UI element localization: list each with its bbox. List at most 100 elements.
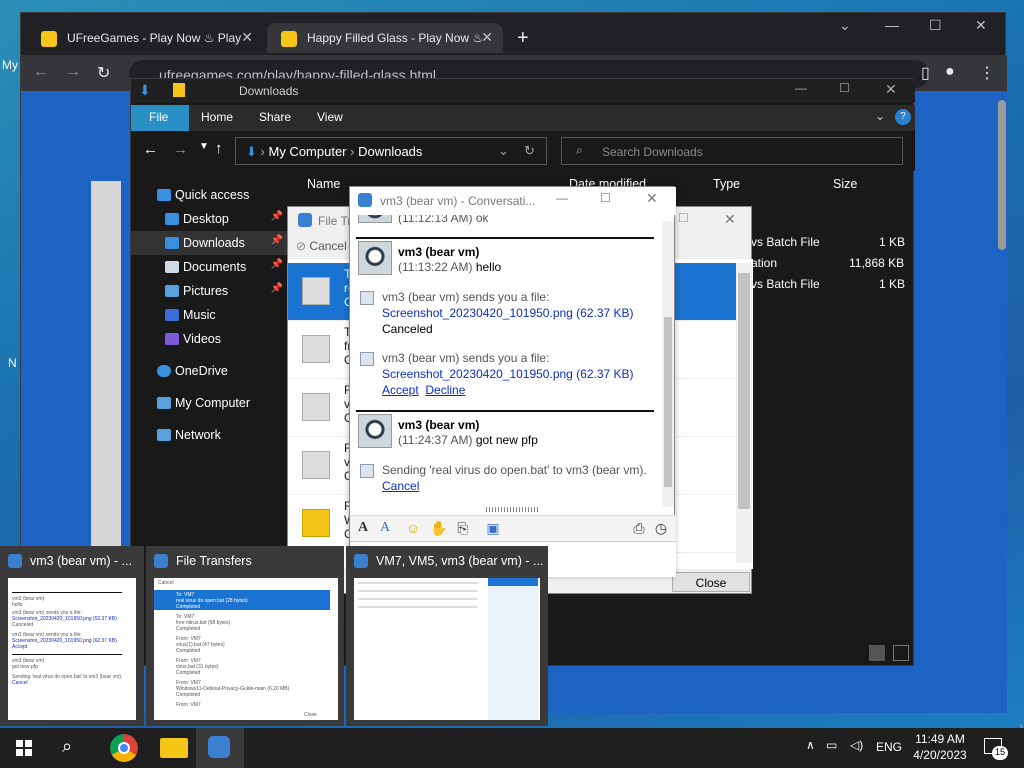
file-send-icon (360, 464, 374, 478)
search-input[interactable]: ⌕ Search Downloads (561, 137, 903, 165)
save-icon[interactable]: ▣ (484, 520, 502, 538)
divider (356, 410, 654, 412)
close-icon[interactable]: ✕ (885, 81, 897, 98)
maximize-icon[interactable]: ☐ (839, 81, 850, 95)
menu-icon[interactable]: ⋮ (979, 63, 995, 83)
help-icon[interactable]: ? (895, 109, 911, 125)
close-icon[interactable]: ✕ (724, 211, 736, 228)
resize-grip[interactable] (486, 507, 540, 512)
history-icon[interactable]: ⎙ (630, 520, 648, 538)
show-hidden-icons-icon[interactable]: ∧ (806, 738, 815, 752)
minimize-icon[interactable]: — (795, 81, 807, 95)
documents-icon (165, 261, 179, 273)
nav-downloads[interactable]: Downloads 📌 (131, 231, 287, 255)
nudge-icon[interactable]: ✋ (430, 520, 448, 538)
font-color-icon[interactable]: A (376, 520, 394, 538)
file-size: 1 KB (879, 235, 906, 249)
file-size: 11,868 KB (849, 256, 905, 270)
cancel-send-link[interactable]: Cancel (382, 479, 419, 493)
network-icon[interactable]: ▭ (826, 738, 837, 752)
up-icon[interactable]: ↑ (215, 140, 223, 157)
clock[interactable]: 11:49 AM 4/20/2023 (912, 732, 968, 762)
ribbon-tab-view[interactable]: View (317, 110, 343, 124)
large-icons-view-icon[interactable] (893, 645, 909, 661)
ribbon-tab-file[interactable]: File (131, 105, 189, 131)
profile-icon[interactable]: ● (945, 63, 955, 81)
sender-name: vm3 (bear vm) (398, 245, 480, 259)
details-view-icon[interactable] (869, 645, 885, 661)
clock-icon[interactable]: ◷ (652, 520, 670, 538)
nav-quick-access[interactable]: Quick access (131, 183, 287, 207)
download-arrow-icon (165, 237, 179, 249)
chevron-down-icon[interactable]: ⌄ (498, 143, 509, 159)
taskbar-thumbnail[interactable]: File Transfers Cancel To: VM7 real virus… (146, 546, 344, 726)
chat-scrollbar[interactable] (662, 221, 674, 507)
file-icon (302, 277, 330, 305)
new-tab-icon[interactable]: + (517, 27, 529, 50)
search-icon[interactable]: ⌕ (62, 736, 72, 757)
forward-icon[interactable]: → (65, 63, 81, 81)
nav-onedrive[interactable]: OneDrive (131, 359, 287, 383)
minimize-icon[interactable]: — (885, 17, 899, 33)
nav-network[interactable]: Network (131, 423, 287, 447)
close-button[interactable]: Close (672, 572, 750, 592)
file-explorer-icon[interactable] (160, 738, 188, 758)
scrollbar-thumb[interactable] (738, 273, 750, 509)
nav-music[interactable]: Music (131, 303, 287, 327)
back-icon[interactable]: ← (143, 141, 158, 158)
emoticon-icon[interactable]: ☺ (404, 520, 422, 538)
chevron-down-icon[interactable]: ⌄ (839, 17, 851, 34)
taskbar-thumbnail[interactable]: VM7, VM5, vm3 (bear vm) - ... (346, 546, 548, 726)
browser-tab-active[interactable]: Happy Filled Glass - Play Now ♨ ✕ (267, 23, 503, 53)
close-icon[interactable]: ✕ (975, 17, 987, 34)
sidebar-icon[interactable]: ▯ (921, 63, 930, 83)
reload-icon[interactable]: ↻ (97, 63, 110, 83)
decline-link[interactable]: Decline (425, 383, 465, 397)
ribbon-tab-share[interactable]: Share (259, 110, 291, 124)
maximize-icon[interactable]: ☐ (600, 191, 611, 205)
cancel-transfer-button[interactable]: ⊘ Cancel (296, 239, 347, 253)
back-icon[interactable]: ← (33, 63, 49, 81)
column-header-name[interactable]: Name (307, 177, 340, 191)
minimize-icon[interactable]: — (556, 191, 568, 205)
nav-documents[interactable]: Documents 📌 (131, 255, 287, 279)
column-header-size[interactable]: Size (833, 177, 857, 191)
maximize-icon[interactable]: ☐ (929, 17, 942, 34)
browser-tab[interactable]: UFreeGames - Play Now ♨ Play ✕ (27, 23, 263, 53)
close-icon[interactable]: ✕ (646, 190, 658, 207)
column-header-type[interactable]: Type (713, 177, 740, 191)
nav-pictures[interactable]: Pictures 📌 (131, 279, 287, 303)
folder-icon (302, 509, 330, 537)
volume-icon[interactable]: ◁) (850, 738, 863, 752)
file-link[interactable]: Screenshot_20230420_101950.png (62.37 KB… (382, 367, 634, 381)
language-indicator[interactable]: ENG (876, 740, 902, 754)
font-icon[interactable]: A (354, 520, 372, 538)
start-windows-icon[interactable] (16, 740, 32, 756)
divider (356, 237, 654, 239)
nav-my-computer[interactable]: My Computer (131, 391, 287, 415)
videos-icon (165, 333, 179, 345)
browser-scrollbar[interactable] (998, 100, 1006, 250)
chrome-icon[interactable] (110, 734, 138, 762)
breadcrumb-item[interactable]: My Computer (268, 144, 346, 159)
nav-desktop[interactable]: Desktop 📌 (131, 207, 287, 231)
attach-file-icon[interactable]: ⎘ (454, 520, 472, 538)
file-link[interactable]: Screenshot_20230420_101950.png (62.37 KB… (382, 306, 634, 320)
scrollbar[interactable] (736, 263, 752, 563)
forward-icon[interactable]: → (173, 141, 188, 158)
taskbar-thumbnail[interactable]: vm3 (bear vm) - ... vm3 (bear vm) hello … (0, 546, 144, 726)
taskbar-messenger-active[interactable] (196, 728, 244, 768)
recent-locations-icon[interactable]: ▼ (199, 141, 209, 152)
chevron-down-icon[interactable]: ⌄ (875, 109, 885, 123)
scrollbar-thumb[interactable] (664, 317, 672, 487)
close-tab-icon[interactable]: ✕ (481, 29, 493, 46)
close-tab-icon[interactable]: ✕ (241, 29, 253, 46)
accept-link[interactable]: Accept (382, 383, 419, 397)
ribbon-tab-home[interactable]: Home (201, 110, 233, 124)
nav-videos[interactable]: Videos (131, 327, 287, 351)
pin-icon: 📌 (270, 259, 283, 270)
refresh-icon[interactable]: ↻ (524, 143, 535, 159)
breadcrumb-item[interactable]: Downloads (358, 144, 422, 159)
address-box[interactable]: ⬇ › My Computer › Downloads ⌄ ↻ (235, 137, 547, 165)
maximize-icon[interactable]: ☐ (678, 211, 689, 225)
